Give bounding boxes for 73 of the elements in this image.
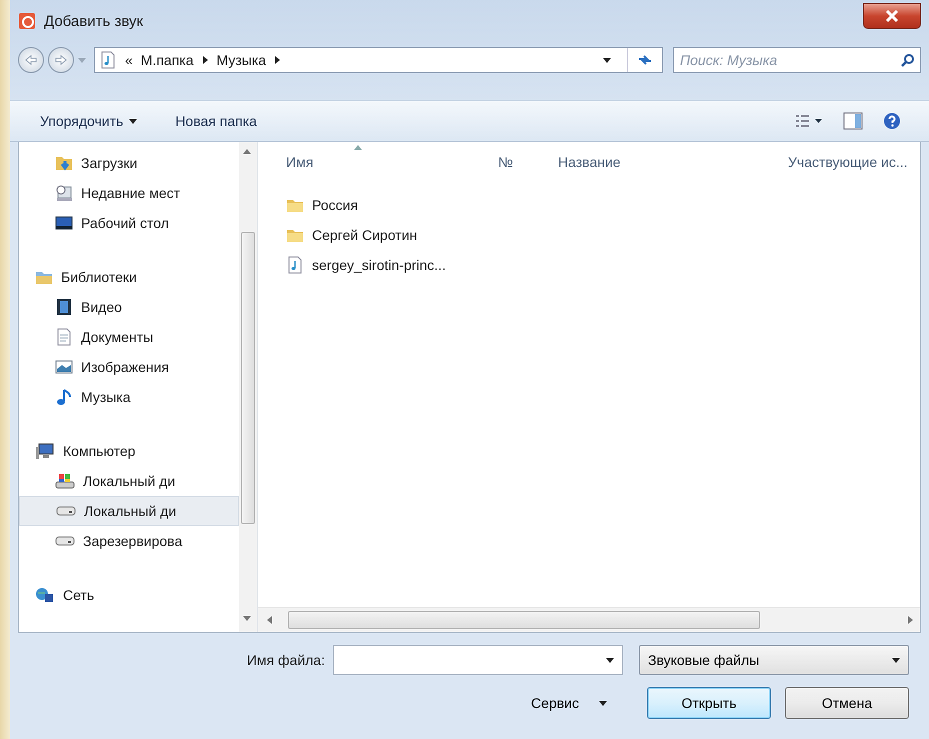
scroll-right-icon[interactable] [907,616,914,624]
nav-icon [55,388,73,406]
nav-icon [55,298,73,316]
back-button[interactable] [18,47,44,73]
window-title: Добавить звук [44,12,144,30]
cancel-button[interactable]: Отмена [785,687,909,719]
nav-item[interactable]: Недавние мест [19,178,239,208]
breadcrumb-item[interactable]: М.папка [140,52,194,68]
caret-icon [599,700,607,706]
nav-icon [55,358,73,376]
service-button[interactable]: Сервис [525,694,613,712]
nav-item[interactable]: Компьютер [19,436,239,466]
nav-item[interactable]: Рабочий стол [19,208,239,238]
music-file-icon [99,51,117,69]
forward-button[interactable] [48,47,74,73]
audio-file-icon [286,256,304,274]
dropdown-arrow-icon[interactable] [603,56,611,64]
nav-icon [55,154,73,172]
nav-item[interactable]: Сеть [19,580,239,610]
file-name[interactable]: Сергей Сиротин [312,227,418,243]
file-name[interactable]: sergey_sirotin-princ... [312,257,446,273]
nav-icon [55,472,75,490]
nav-icon [55,536,75,546]
nav-item[interactable]: Локальный ди [19,466,239,496]
sort-arrow-icon [354,144,362,151]
filename-field[interactable] [333,645,623,675]
address-bar[interactable]: « М.папка Музыка [94,47,663,73]
nav-icon [55,184,73,202]
breadcrumb-item[interactable]: Музыка [216,52,266,68]
nav-icon [55,328,73,346]
nav-item[interactable]: Изображения [19,352,239,382]
overflow-chevron[interactable]: « [125,52,133,68]
nav-icon [56,506,76,516]
caret-icon [129,118,138,124]
open-button[interactable]: Открыть [647,687,771,719]
file-type-dropdown[interactable]: Звуковые файлы [639,645,909,675]
file-name[interactable]: Россия [312,197,358,213]
nav-icon [35,442,55,460]
close-icon [885,10,899,22]
dropdown-arrow-icon[interactable] [606,656,614,664]
nav-icon [55,214,73,232]
column-header[interactable]: Название [558,154,621,170]
organize-button[interactable]: Упорядочить [38,109,140,133]
view-options-icon[interactable] [795,114,823,128]
nav-icon [35,586,55,604]
nav-item[interactable]: Документы [19,322,239,352]
arrow-icon [25,54,37,66]
help-icon[interactable] [883,112,901,130]
arrow-icon [55,54,67,66]
new-folder-button[interactable]: Новая папка [173,109,259,133]
nav-item[interactable]: Библиотеки [19,262,239,292]
scrollbar-thumb[interactable] [288,611,760,629]
column-header[interactable]: № [498,154,514,170]
column-header[interactable]: Участвующие ис... [788,154,908,170]
search-field[interactable]: Поиск: Музыка [673,47,921,73]
preview-pane-icon[interactable] [843,112,863,130]
dropdown-arrow-icon [892,656,900,664]
nav-item[interactable]: Загрузки [19,148,239,178]
column-header[interactable]: Имя [286,154,314,170]
nav-item[interactable]: Видео [19,292,239,322]
scroll-up-icon[interactable] [243,148,251,155]
field-label: Имя файла: [246,652,325,668]
app-icon [18,12,36,30]
chevron-icon[interactable] [202,56,209,64]
close-button[interactable] [863,3,921,29]
chevron-icon[interactable] [274,56,282,64]
nav-item[interactable]: Локальный ди [19,496,239,526]
scrollbar-thumb[interactable] [241,232,255,524]
scroll-down-icon[interactable] [243,615,251,622]
scroll-left-icon[interactable] [266,616,273,624]
nav-item[interactable]: Зарезервирова [19,526,239,556]
nav-item[interactable]: Музыка [19,382,239,412]
search-icon[interactable] [901,53,915,67]
